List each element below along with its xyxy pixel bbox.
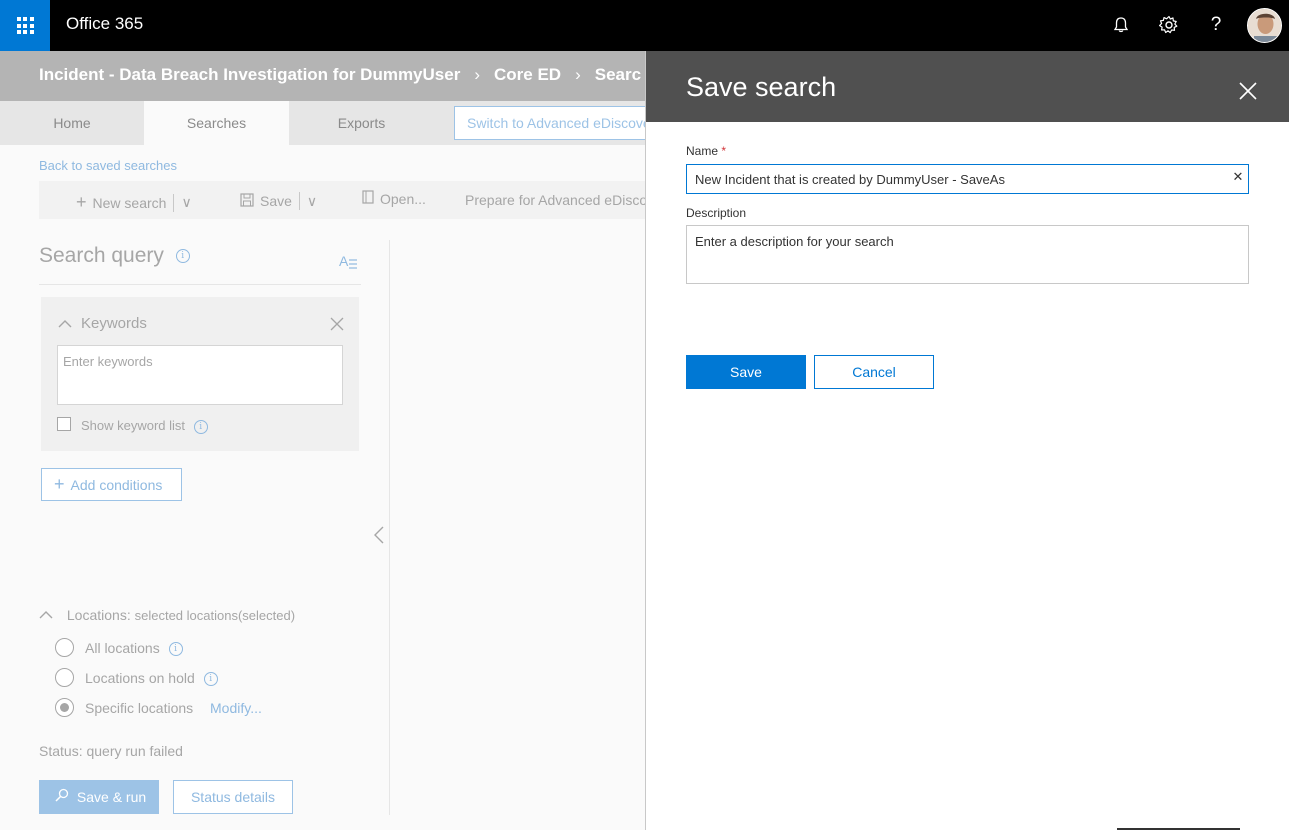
keywords-label: Keywords (81, 315, 147, 332)
search-icon (55, 788, 73, 805)
save-and-run-button[interactable]: Save & run (39, 780, 159, 814)
close-icon[interactable] (1236, 79, 1260, 103)
app-launcher-icon (16, 17, 34, 34)
add-conditions-button[interactable]: + Add conditions (41, 468, 182, 501)
breadcrumb-item-core-ed[interactable]: Core ED (494, 65, 561, 85)
breadcrumb: Incident - Data Breach Investigation for… (39, 65, 641, 85)
cancel-button[interactable]: Cancel (814, 355, 934, 389)
help-icon[interactable]: ? (1203, 12, 1229, 38)
open-command[interactable]: Open... (362, 190, 426, 207)
description-label: Description (686, 206, 747, 220)
save-search-panel: Save search Name * ✕ Description Save Ca… (645, 51, 1289, 830)
info-icon[interactable]: i (175, 249, 190, 264)
query-language-icon[interactable]: A (338, 251, 358, 275)
tab-home[interactable]: Home (0, 101, 144, 145)
chevron-right-icon: › (575, 65, 581, 84)
save-command[interactable]: Save ∨ (240, 192, 317, 210)
specific-locations-radio[interactable] (55, 698, 74, 717)
info-icon[interactable]: i (203, 672, 218, 687)
specific-locations-label: Specific locations (85, 700, 194, 716)
info-icon[interactable]: i (193, 419, 208, 434)
save-label: Save (260, 193, 292, 209)
locations-on-hold-label: Locations on hold i (85, 670, 218, 687)
plus-icon: + (76, 192, 87, 212)
open-label: Open... (380, 190, 426, 207)
show-keyword-list-label: Show keyword list i (81, 418, 208, 434)
tab-exports[interactable]: Exports (289, 101, 434, 145)
search-query-title: Search query i (39, 244, 190, 268)
locations-heading[interactable]: Locations: selected locations(selected) (39, 607, 295, 623)
info-icon[interactable]: i (168, 642, 183, 657)
required-marker: * (721, 144, 727, 158)
clear-input-icon[interactable]: ✕ (1231, 171, 1245, 185)
new-search-label: New search (92, 194, 167, 211)
breadcrumb-item-search[interactable]: Searc (595, 65, 641, 85)
collapse-pane-chevron-left-icon[interactable] (373, 526, 385, 548)
chevron-up-icon[interactable] (58, 318, 72, 333)
chevron-up-icon (39, 607, 57, 623)
open-book-icon (362, 190, 374, 207)
chevron-right-icon: › (474, 65, 480, 84)
panel-title: Save search (686, 72, 837, 102)
save-button[interactable]: Save (686, 355, 806, 389)
bell-icon[interactable] (1108, 12, 1134, 38)
app-launcher-button[interactable] (0, 0, 50, 51)
gear-icon[interactable] (1156, 12, 1182, 38)
all-locations-label: All locations i (85, 640, 183, 657)
back-to-saved-searches-link[interactable]: Back to saved searches (39, 158, 177, 173)
close-icon[interactable] (330, 317, 344, 335)
breadcrumb-item-incident[interactable]: Incident - Data Breach Investigation for… (39, 65, 460, 85)
modify-locations-link[interactable]: Modify... (210, 700, 262, 716)
show-keyword-list-checkbox[interactable] (57, 417, 71, 431)
status-details-button[interactable]: Status details (173, 780, 293, 814)
floppy-disk-icon (240, 192, 254, 210)
tab-searches[interactable]: Searches (144, 101, 289, 145)
top-bar: Office 365 ? (0, 0, 1289, 51)
panel-header: Save search (646, 51, 1289, 122)
chevron-down-icon[interactable]: ∨ (307, 193, 317, 210)
prepare-for-advanced-ediscovery-command[interactable]: Prepare for Advanced eDisco (465, 192, 647, 208)
new-search-command[interactable]: + New search ∨ (76, 192, 192, 213)
status-text: Status: query run failed (39, 743, 183, 759)
keywords-input[interactable]: Enter keywords (57, 345, 343, 405)
app-title[interactable]: Office 365 (66, 14, 143, 34)
locations-on-hold-radio[interactable] (55, 668, 74, 687)
all-locations-radio[interactable] (55, 638, 74, 657)
name-label: Name * (686, 144, 727, 158)
name-input[interactable] (686, 164, 1249, 194)
chevron-down-icon[interactable]: ∨ (181, 194, 191, 211)
avatar[interactable] (1247, 8, 1282, 43)
plus-icon: + (54, 474, 65, 494)
description-textarea[interactable] (686, 225, 1249, 284)
svg-text:A: A (339, 253, 349, 269)
